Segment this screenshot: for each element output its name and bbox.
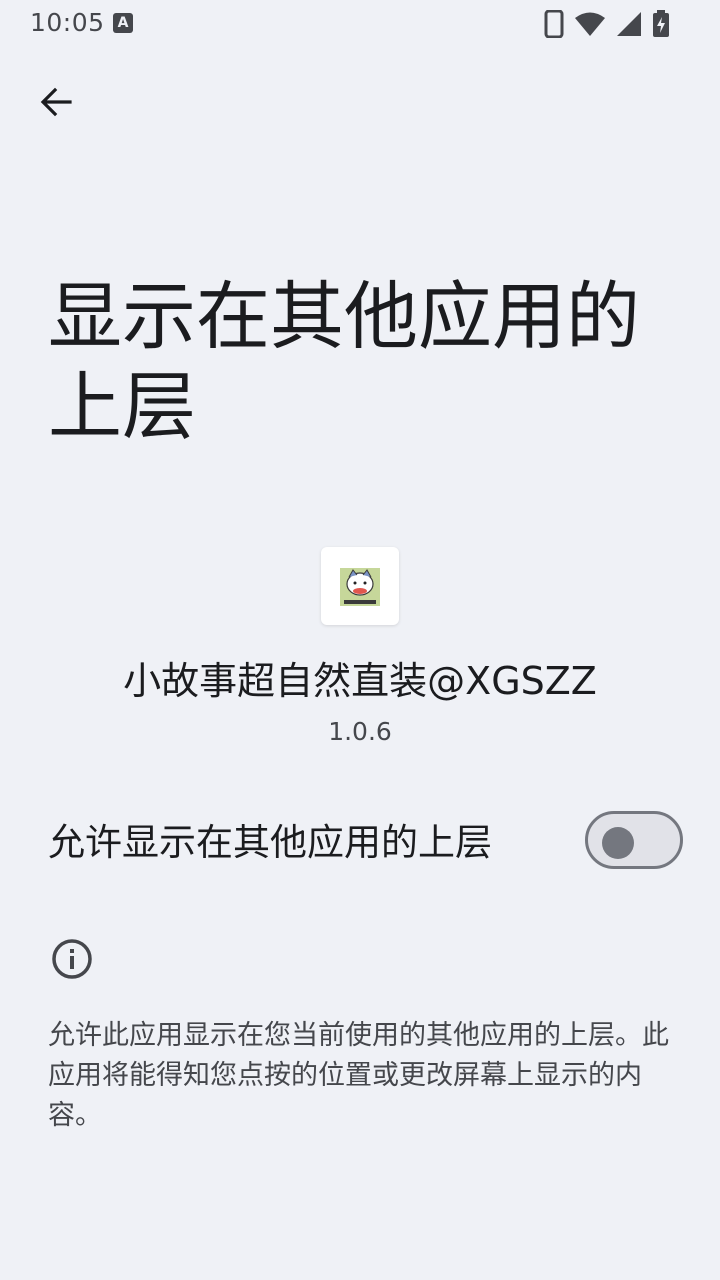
toggle-thumb xyxy=(602,827,634,859)
phone-icon xyxy=(544,10,564,38)
app-icon xyxy=(321,547,399,625)
battery-charging-icon xyxy=(652,10,670,38)
permission-toggle-row[interactable]: 允许显示在其他应用的上层 xyxy=(0,800,720,886)
status-icons xyxy=(544,10,670,38)
back-button[interactable] xyxy=(26,74,86,134)
permission-toggle-switch[interactable] xyxy=(585,811,683,869)
signal-icon xyxy=(616,11,642,37)
permission-toggle-label: 允许显示在其他应用的上层 xyxy=(48,821,492,864)
page-title: 显示在其他应用的上层 xyxy=(48,274,640,450)
screen: 10:05 A 显示在其他应用的上层 小故事超自然直装@XGSZZ 1.0.6 … xyxy=(0,0,720,1280)
accessibility-a-icon: A xyxy=(113,13,133,33)
app-version: 1.0.6 xyxy=(328,717,392,746)
status-bar: 10:05 A xyxy=(0,0,720,48)
arrow-left-icon xyxy=(38,84,74,124)
app-name: 小故事超自然直装@XGSZZ xyxy=(123,659,597,703)
wifi-icon xyxy=(574,11,606,37)
status-time: 10:05 xyxy=(30,8,105,37)
info-description: 允许此应用显示在您当前使用的其他应用的上层。此应用将能得知您点按的位置或更改屏幕… xyxy=(48,1020,669,1131)
info-icon xyxy=(50,937,94,981)
